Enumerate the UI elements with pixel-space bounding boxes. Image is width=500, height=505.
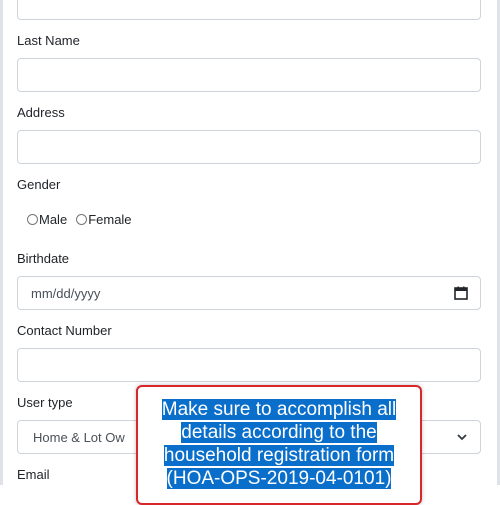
email-label: Email	[17, 467, 50, 482]
registration-tooltip: Make sure to accomplish all details acco…	[136, 385, 422, 505]
user-type-label: User type	[17, 395, 73, 410]
address-input[interactable]	[17, 130, 481, 164]
contact-number-label: Contact Number	[17, 323, 112, 338]
user-type-value: Home & Lot Ow	[33, 430, 125, 445]
gender-male-radio[interactable]	[27, 214, 38, 225]
birthdate-placeholder: mm/dd/yyyy	[31, 286, 101, 301]
gender-radio-group: Male Female	[27, 212, 141, 227]
gender-female-label[interactable]: Female	[88, 212, 131, 227]
birthdate-input[interactable]: mm/dd/yyyy	[17, 276, 481, 310]
last-name-label: Last Name	[17, 33, 80, 48]
last-name-input[interactable]	[17, 58, 481, 92]
first-name-input[interactable]	[17, 0, 481, 20]
gender-male-label[interactable]: Male	[39, 212, 67, 227]
gender-label: Gender	[17, 177, 61, 192]
tooltip-message: Make sure to accomplish all details acco…	[161, 399, 397, 489]
calendar-icon[interactable]	[454, 286, 468, 300]
contact-number-input[interactable]	[17, 348, 481, 382]
address-label: Address	[17, 105, 65, 120]
birthdate-label: Birthdate	[17, 251, 70, 266]
chevron-down-icon	[457, 434, 467, 441]
gender-female-radio[interactable]	[76, 214, 88, 225]
left-frame-edge	[0, 0, 3, 485]
